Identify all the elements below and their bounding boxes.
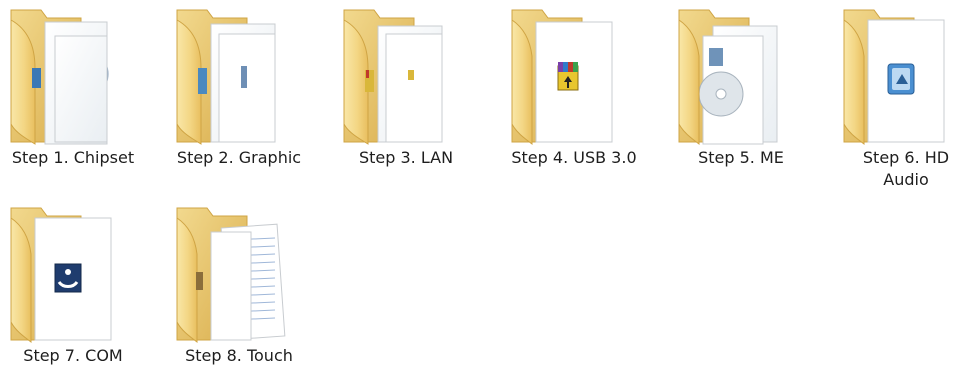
folder-icon: [511, 9, 613, 146]
setup-icon: [54, 263, 82, 293]
folder-icon: [176, 9, 276, 145]
folder-step-8-touch[interactable]: Step 8. Touch: [155, 202, 323, 371]
folder-step-6-hd-audio[interactable]: Step 6. HD Audio: [822, 4, 954, 189]
folder-label: Step 3. LAN: [358, 148, 454, 167]
folder-icon: [678, 9, 778, 146]
folder-label: Step 7. COM: [23, 346, 123, 365]
chip-installer-icon: [32, 68, 41, 88]
folder-label: Step 6. HD Audio: [862, 148, 950, 189]
folder-icon: [10, 9, 109, 145]
folder-step-1-chipset[interactable]: Step 1. Chipset: [0, 4, 157, 184]
file-explorer-view: Step 1. Chipset Step 2. Graphic Step 3. …: [0, 0, 954, 371]
folder-label: Step 5. ME: [698, 148, 784, 167]
folder-step-3-lan[interactable]: Step 3. LAN: [322, 4, 490, 184]
audio-setup-icon: [887, 63, 915, 95]
folder-step-4-usb[interactable]: Step 4. USB 3.0: [490, 4, 658, 184]
folder-label: Step 8. Touch: [185, 346, 293, 365]
folder-icon: [176, 207, 286, 344]
graphics-installer-icon: [198, 68, 207, 94]
folder-icon: [10, 207, 112, 344]
folder-label: Step 2. Graphic: [176, 148, 302, 167]
folder-icon: [843, 9, 945, 146]
folder-step-2-graphic[interactable]: Step 2. Graphic: [155, 4, 323, 184]
folder-step-5-me[interactable]: Step 5. ME: [657, 4, 825, 184]
folder-icon: [343, 9, 443, 145]
folder-step-7-com[interactable]: Step 7. COM: [0, 202, 157, 371]
folder-label: Step 4. USB 3.0: [511, 148, 637, 167]
folder-label: Step 1. Chipset: [11, 148, 135, 167]
winrar-archive-icon: [557, 62, 579, 91]
